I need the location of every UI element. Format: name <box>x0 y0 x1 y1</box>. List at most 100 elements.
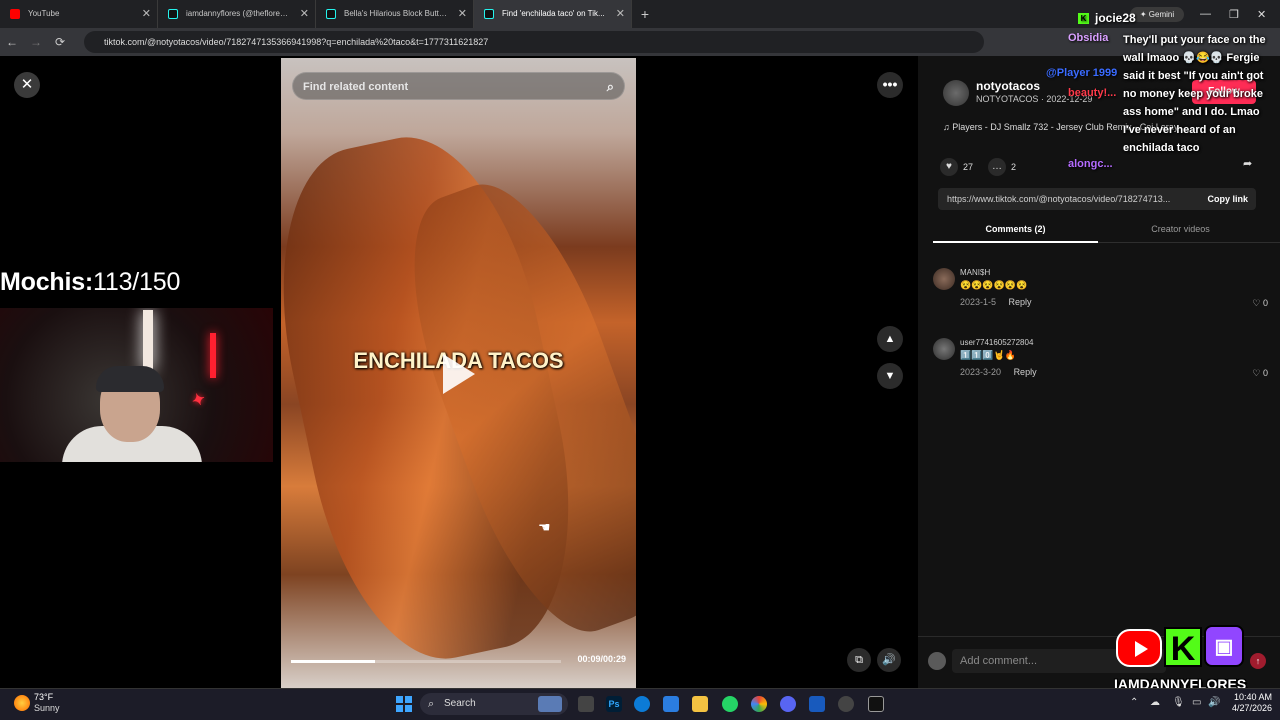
video-link: https://www.tiktok.com/@notyotacos/video… <box>947 194 1171 204</box>
weather-temp[interactable]: 73°F <box>34 692 53 702</box>
file-icon[interactable] <box>578 696 594 712</box>
close-tab-icon[interactable]: ✕ <box>616 0 625 28</box>
store-icon[interactable] <box>663 696 679 712</box>
chat-name-1: Obsidia <box>1068 32 1109 44</box>
webcam-neon <box>210 333 216 378</box>
tiktok-icon <box>484 9 494 19</box>
reload-icon[interactable]: ⟳ <box>48 35 72 49</box>
creator-avatar[interactable] <box>943 80 969 106</box>
related-search-input[interactable]: Find related content ⌕ <box>292 72 625 100</box>
active-tab-indicator <box>933 241 1098 243</box>
video-player[interactable]: Find related content ⌕ ENCHILADA TACOS 0… <box>281 58 636 688</box>
minimize-icon[interactable]: — <box>1200 8 1211 20</box>
comment-date: 2023-1-5 <box>960 297 997 307</box>
comment-count: 2 <box>1011 162 1017 172</box>
comment-icon[interactable]: … <box>988 158 1006 176</box>
close-window-icon[interactable]: ✕ <box>1257 8 1266 21</box>
comment-meta: 2023-3-20 Reply <box>960 367 1037 377</box>
heart-icon[interactable]: ♥ <box>940 158 958 176</box>
social-logos: K ▣ <box>1116 625 1246 670</box>
discord-icon[interactable] <box>780 696 796 712</box>
comment-like[interactable]: ♡ 0 <box>1252 368 1268 379</box>
tiktok-icon <box>168 9 178 19</box>
tab-tiktok-search[interactable]: Find 'enchilada taco' on Tik... ✕ <box>474 0 632 28</box>
tab-comments[interactable]: Comments (2) <box>933 224 1098 234</box>
tab-title: Bella's Hilarious Block Button M... <box>344 9 464 18</box>
back-icon[interactable]: ← <box>0 35 24 49</box>
reply-button[interactable]: Reply <box>1014 367 1037 377</box>
whatsapp-icon[interactable] <box>722 696 738 712</box>
kick-icon: K <box>1078 13 1089 25</box>
taskbar-date[interactable]: 4/27/2026 <box>1224 703 1272 713</box>
obs-icon[interactable] <box>838 696 854 712</box>
webcam-light <box>143 310 153 370</box>
weather-sun-icon[interactable] <box>14 695 30 711</box>
like-stat[interactable]: ♥ 27 <box>940 158 973 176</box>
taskbar-time[interactable]: 10:40 AM <box>1232 692 1272 702</box>
gemini-button[interactable]: ✦ Gemini <box>1130 7 1184 22</box>
tab-youtube[interactable]: YouTube ✕ <box>0 0 158 28</box>
windows-start-icon[interactable] <box>396 696 412 712</box>
search-icon[interactable]: ⌕ <box>607 73 614 101</box>
url-field[interactable]: tiktok.com/@notyotacos/video/71827471353… <box>84 31 984 53</box>
tab-tiktok-bella[interactable]: Bella's Hilarious Block Button M... ✕ <box>316 0 474 28</box>
microphone-icon[interactable]: 🎙 <box>1172 697 1185 708</box>
volume-icon[interactable]: 🔊 <box>877 648 901 672</box>
video-link-box: https://www.tiktok.com/@notyotacos/video… <box>938 188 1256 210</box>
comment-like-count: 0 <box>1262 368 1268 378</box>
weather-condition[interactable]: Sunny <box>34 703 60 713</box>
network-icon[interactable]: ▭ <box>1192 697 1201 708</box>
url-text: tiktok.com/@notyotacos/video/71827471353… <box>104 37 489 47</box>
commenter-name[interactable]: MANI$H <box>960 268 990 277</box>
mouse-cursor-icon: ☚ <box>538 519 551 535</box>
word-icon[interactable] <box>809 696 825 712</box>
chat-name-4: alongc... <box>1068 158 1113 170</box>
close-video-button[interactable]: ✕ <box>14 72 40 98</box>
maximize-icon[interactable]: ❐ <box>1229 8 1239 21</box>
new-tab-button[interactable]: + <box>632 0 658 28</box>
chat-name-3: beauty!... <box>1068 87 1117 99</box>
comment-text: 1️⃣1️⃣0️⃣🤘🔥 <box>960 350 1017 360</box>
copy-link-button[interactable]: Copy link <box>1207 188 1248 210</box>
close-tab-icon[interactable]: ✕ <box>142 0 151 28</box>
creator-username[interactable]: notyotacos <box>976 79 1040 93</box>
tab-creator-videos[interactable]: Creator videos <box>1098 224 1263 234</box>
commenter-avatar[interactable] <box>933 338 955 360</box>
gemini-label: Gemini <box>1148 10 1175 19</box>
comment-like[interactable]: ♡ 0 <box>1252 298 1268 309</box>
onedrive-icon[interactable]: ☁ <box>1150 697 1160 708</box>
close-tab-icon[interactable]: ✕ <box>300 0 309 28</box>
gemini-icon: ✦ <box>1139 10 1149 19</box>
heart-outline-icon[interactable]: ♡ <box>1252 298 1260 308</box>
more-options-button[interactable]: ••• <box>877 72 903 98</box>
share-icon[interactable]: ➦ <box>1243 157 1252 170</box>
commenter-name[interactable]: user7741605272804 <box>960 338 1033 347</box>
heart-outline-icon[interactable]: ♡ <box>1252 368 1260 378</box>
capcut-icon[interactable] <box>868 696 884 712</box>
copilot-icon[interactable] <box>538 696 562 712</box>
miniplayer-icon[interactable]: ⧉ <box>847 648 871 672</box>
chrome-icon[interactable] <box>751 696 767 712</box>
tab-tiktok-profile[interactable]: iamdannyflores (@thefloresrep... ✕ <box>158 0 316 28</box>
like-count: 27 <box>963 162 974 172</box>
reply-button[interactable]: Reply <box>1009 297 1032 307</box>
folder-icon[interactable] <box>692 696 708 712</box>
commenter-avatar[interactable] <box>933 268 955 290</box>
kick-logo-icon: K <box>1164 627 1202 668</box>
photoshop-icon[interactable]: Ps <box>606 696 622 712</box>
mochis-label: Mochis: <box>0 268 94 296</box>
next-video-button[interactable]: ▼ <box>877 363 903 389</box>
tray-chevron-icon[interactable]: ⌃ <box>1130 697 1138 708</box>
forward-icon[interactable]: → <box>24 35 48 49</box>
edge-icon[interactable] <box>634 696 650 712</box>
video-time: 00:09/00:29 <box>577 654 626 664</box>
close-tab-icon[interactable]: ✕ <box>458 0 467 28</box>
play-icon[interactable] <box>443 354 475 394</box>
send-icon[interactable]: ↑ <box>1250 653 1266 669</box>
comment-stat[interactable]: … 2 <box>988 158 1016 176</box>
mochis-count: 113/150 <box>93 268 181 296</box>
comment-meta: 2023-1-5 Reply <box>960 297 1032 307</box>
speaker-icon[interactable]: 🔊 <box>1208 697 1220 708</box>
progress-bar[interactable] <box>291 660 561 663</box>
previous-video-button[interactable]: ▲ <box>877 326 903 352</box>
